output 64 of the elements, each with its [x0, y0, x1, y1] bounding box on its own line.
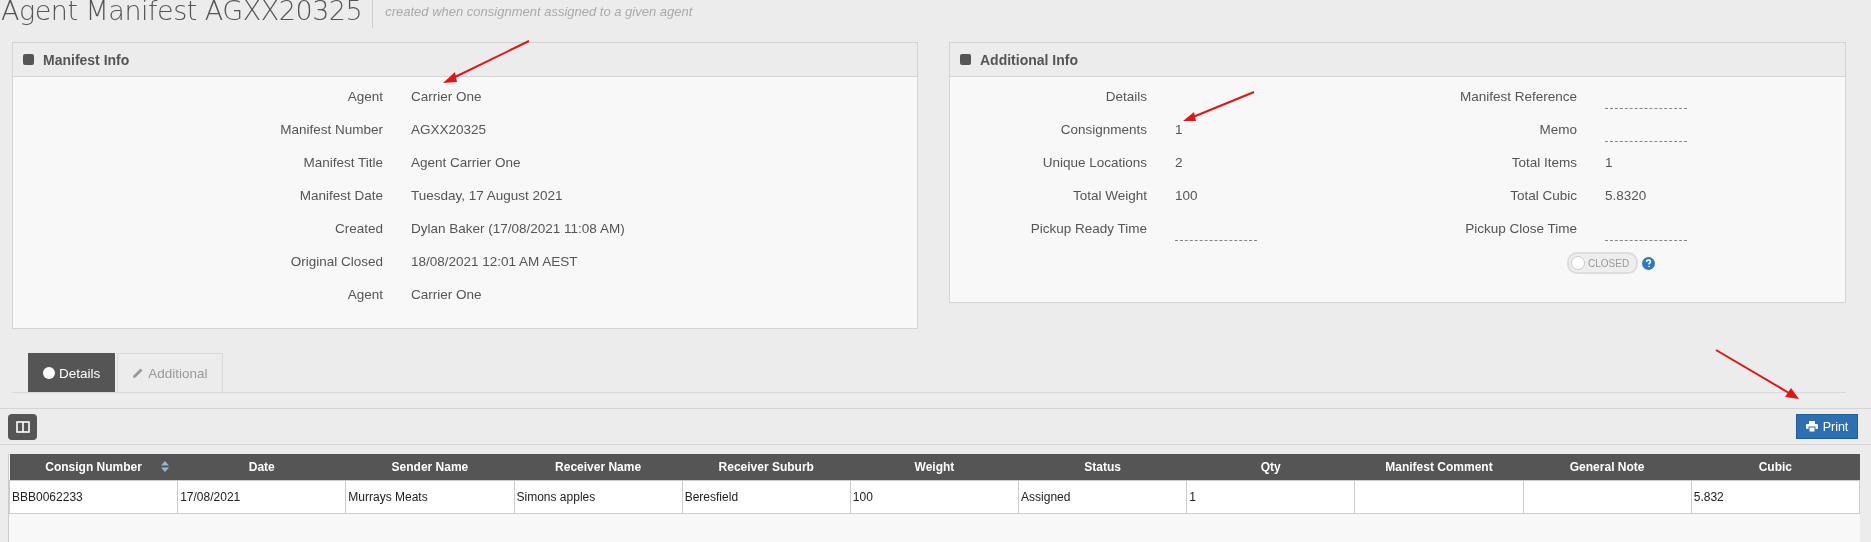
field-value: 2 — [1175, 155, 1183, 172]
column-header[interactable]: Status — [1018, 454, 1187, 481]
column-header[interactable]: Sender Name — [345, 454, 514, 481]
help-icon[interactable] — [1642, 256, 1656, 270]
field-label: Memo — [1538, 122, 1577, 139]
field-value: Carrier One — [411, 89, 482, 106]
table-cell: 5.832 — [1691, 480, 1860, 514]
field-label: Manifest Date — [298, 188, 383, 205]
column-header[interactable]: General Note — [1523, 454, 1692, 481]
field-label: Agent — [346, 89, 383, 106]
field-label: Manifest Reference — [1458, 89, 1577, 106]
table-cell: Murrays Meats — [345, 480, 514, 514]
table-cell: 100 — [850, 480, 1019, 514]
table-cell: 17/08/2021 — [177, 480, 346, 514]
field-label: Pickup Ready Time — [1029, 221, 1147, 238]
page-title: Agent Manifest AGXX20325 — [1, 0, 374, 28]
print-button[interactable]: Print — [1796, 414, 1858, 439]
field-value: 5.8320 — [1605, 188, 1647, 205]
square-icon — [23, 54, 34, 65]
field-label: Consignments — [1059, 122, 1147, 139]
table-cell: 1 — [1186, 480, 1355, 514]
pencil-icon — [132, 367, 145, 379]
field-value: AGXX20325 — [411, 122, 487, 139]
square-icon — [960, 54, 971, 65]
field-label: Unique Locations — [1041, 155, 1147, 172]
column-header[interactable]: Receiver Name — [514, 454, 683, 481]
sort-icon[interactable] — [160, 461, 169, 472]
column-header[interactable]: Consign Number — [9, 454, 178, 481]
field-label: Agent — [346, 287, 383, 304]
columns-button[interactable] — [8, 413, 37, 440]
field-value: 1 — [1605, 155, 1613, 172]
table-cell: Simons apples — [514, 480, 683, 514]
column-header[interactable]: Weight — [850, 454, 1019, 481]
field-label: Original Closed — [289, 254, 383, 271]
field-label: Manifest Title — [302, 155, 383, 172]
field-label: Total Cubic — [1509, 188, 1577, 205]
field-label: Details — [1104, 89, 1147, 106]
table-cell: BBB0062233 — [9, 480, 178, 514]
column-header[interactable]: Receiver Suburb — [682, 454, 851, 481]
circle-icon — [43, 367, 55, 379]
field-value: Agent Carrier One — [411, 155, 521, 172]
field-label: Manifest Number — [279, 122, 383, 139]
field-value: 100 — [1175, 188, 1198, 205]
columns-icon — [15, 420, 30, 433]
panel-title: Manifest Info — [43, 51, 130, 68]
page-subtitle: created when consignment assigned to a given agent — [384, 3, 693, 19]
field-value: Carrier One — [411, 287, 482, 304]
field-label: Total Weight — [1071, 188, 1147, 205]
table-cell: Beresfield — [682, 480, 851, 514]
printer-icon — [1805, 421, 1818, 432]
field-label: Created — [333, 221, 383, 238]
field-value: Tuesday, 17 August 2021 — [411, 188, 563, 205]
column-header[interactable]: Manifest Comment — [1354, 454, 1524, 481]
column-header[interactable]: Date — [177, 454, 346, 481]
tab[interactable]: Details — [28, 353, 116, 392]
panel-title: Additional Info — [980, 51, 1078, 68]
field-value: 18/08/2021 12:01 AM AEST — [411, 254, 578, 271]
column-header[interactable]: Qty — [1186, 454, 1355, 481]
table-cell: Assigned — [1018, 480, 1187, 514]
field-label: Pickup Close Time — [1464, 221, 1577, 238]
field-label: Total Items — [1510, 155, 1577, 172]
column-header[interactable]: Cubic — [1691, 454, 1860, 481]
field-value: 1 — [1175, 122, 1183, 139]
field-value: Dylan Baker (17/08/2021 11:08 AM) — [411, 221, 625, 238]
